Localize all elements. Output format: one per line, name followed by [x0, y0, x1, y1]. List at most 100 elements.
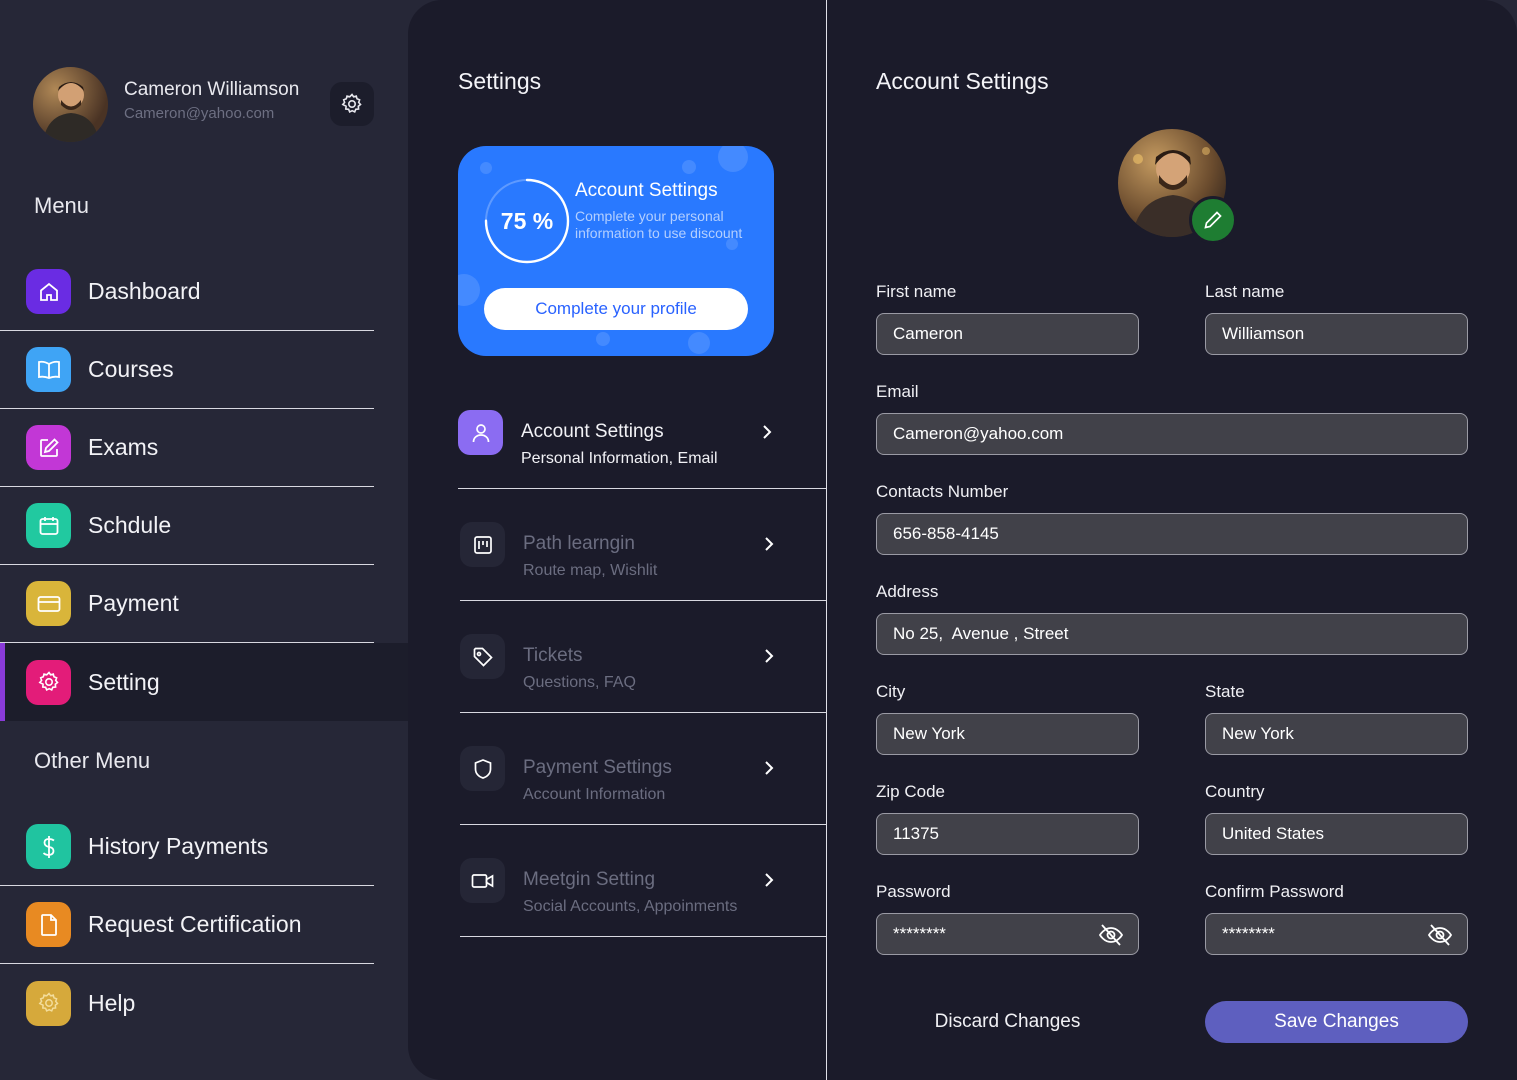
settings-item-subtitle: Account Information	[523, 786, 666, 803]
menu-title: Menu	[34, 193, 90, 218]
sidebar-item-label: Payment	[88, 590, 179, 616]
password-value: ********	[893, 924, 946, 943]
password-input[interactable]: ********	[876, 913, 1139, 955]
settings-item-payment-settings[interactable]: Payment Settings Account Information	[460, 713, 828, 825]
progress-percent: 75 %	[500, 207, 554, 234]
eye-off-icon[interactable]	[1427, 923, 1453, 947]
shield-icon	[460, 746, 505, 791]
chevron-right-icon	[765, 761, 774, 775]
chevron-right-icon	[765, 873, 774, 887]
confirm-password-input[interactable]: ********	[1205, 913, 1468, 955]
save-changes-button[interactable]: Save Changes	[1205, 1001, 1468, 1043]
state-input[interactable]: New York	[1205, 713, 1468, 755]
first-name-label: First name	[876, 282, 957, 301]
contact-label: Contacts Number	[876, 482, 1009, 501]
confirm-password-value: ********	[1222, 924, 1275, 943]
account-settings-panel: Account Settings First name Cameron Last…	[826, 0, 1517, 1080]
sidebar-item-exams[interactable]: Exams	[0, 409, 374, 487]
dollar-icon	[26, 824, 71, 869]
gear-icon	[341, 93, 362, 113]
book-icon	[26, 347, 71, 392]
settings-title: Settings	[458, 68, 542, 94]
home-icon	[26, 269, 71, 314]
settings-item-account[interactable]: Account Settings Personal Information, E…	[458, 377, 826, 489]
chevron-right-icon	[763, 425, 772, 439]
sidebar-item-label: Exams	[88, 434, 159, 460]
sidebar-item-label: Setting	[88, 668, 160, 695]
user-email: Cameron@yahoo.com	[124, 105, 275, 122]
settings-panel: Settings 75 % Account Settings Complete …	[408, 0, 828, 1080]
settings-item-tickets[interactable]: Tickets Questions, FAQ	[460, 601, 828, 713]
password-label: Password	[876, 882, 951, 901]
email-input[interactable]: Cameron@yahoo.com	[876, 413, 1468, 455]
first-name-input[interactable]: Cameron	[876, 313, 1139, 355]
address-label: Address	[876, 582, 939, 601]
last-name-label: Last name	[1205, 282, 1285, 301]
sidebar-item-request-certification[interactable]: Request Certification	[0, 886, 374, 964]
last-name-input[interactable]: Williamson	[1205, 313, 1468, 355]
settings-item-title: Payment Settings	[523, 757, 672, 778]
complete-profile-button[interactable]: Complete your profile	[484, 288, 748, 330]
user-profile: Cameron Williamson Cameron@yahoo.com	[33, 67, 374, 142]
city-input[interactable]: New York	[876, 713, 1139, 755]
sidebar-item-label: History Payments	[88, 833, 269, 859]
sidebar-item-dashboard[interactable]: Dashboard	[0, 253, 374, 331]
sidebar-item-label: Schdule	[88, 512, 172, 538]
settings-item-title: Meetgin Setting	[523, 869, 656, 890]
eye-off-icon[interactable]	[1098, 923, 1124, 947]
contact-input[interactable]: 656-858-4145	[876, 513, 1468, 555]
city-label: City	[876, 682, 906, 701]
settings-item-title: Path learngin	[523, 533, 635, 554]
video-camera-icon	[460, 858, 505, 903]
settings-item-subtitle: Social Accounts, Appoinments	[523, 898, 738, 915]
other-menu-title: Other Menu	[34, 748, 151, 773]
avatar[interactable]	[33, 67, 108, 142]
user-name: Cameron Williamson	[124, 79, 300, 100]
settings-item-title: Tickets	[523, 645, 583, 666]
chevron-right-icon	[765, 537, 774, 551]
board-icon	[460, 522, 505, 567]
sidebar-item-setting[interactable]: Setting	[0, 643, 408, 721]
state-label: State	[1205, 682, 1245, 701]
edit-photo-button[interactable]	[1189, 196, 1237, 244]
profile-settings-button[interactable]	[330, 82, 374, 126]
sidebar-item-schedule[interactable]: Schdule	[0, 487, 374, 565]
gear-icon	[26, 980, 71, 1026]
settings-item-path-learning[interactable]: Path learngin Route map, Wishlit	[460, 489, 828, 601]
promo-subtitle: Complete your personal information to us…	[575, 208, 743, 241]
settings-item-meeting-setting[interactable]: Meetgin Setting Social Accounts, Appoinm…	[460, 825, 828, 937]
settings-item-title: Account Settings	[521, 421, 664, 442]
document-icon	[26, 902, 71, 947]
profile-completion-card: 75 % Account Settings Complete your pers…	[458, 146, 774, 356]
email-label: Email	[876, 382, 919, 401]
credit-card-icon	[26, 581, 71, 626]
user-icon	[458, 410, 503, 455]
account-settings-title: Account Settings	[876, 68, 1049, 94]
sidebar-item-label: Request Certification	[88, 911, 302, 937]
sidebar-item-courses[interactable]: Courses	[0, 331, 374, 409]
pencil-icon	[1204, 211, 1222, 229]
zip-label: Zip Code	[876, 782, 945, 801]
settings-item-subtitle: Personal Information, Email	[521, 450, 718, 467]
edit-icon	[26, 425, 71, 470]
sidebar-item-payment[interactable]: Payment	[0, 565, 374, 643]
settings-item-subtitle: Route map, Wishlit	[523, 562, 658, 579]
calendar-icon	[26, 503, 71, 548]
chevron-right-icon	[765, 649, 774, 663]
settings-item-subtitle: Questions, FAQ	[523, 674, 636, 691]
sidebar-item-label: Courses	[88, 356, 174, 382]
sidebar-item-help[interactable]: Help	[0, 964, 374, 1042]
zip-input[interactable]: 11375	[876, 813, 1139, 855]
sidebar-item-history-payments[interactable]: History Payments	[0, 808, 374, 886]
address-input[interactable]: No 25, Avenue , Street	[876, 613, 1468, 655]
tag-icon	[460, 634, 505, 679]
country-input[interactable]: United States	[1205, 813, 1468, 855]
gear-icon	[26, 659, 71, 705]
discard-changes-button[interactable]: Discard Changes	[876, 1001, 1139, 1043]
confirm-password-label: Confirm Password	[1205, 882, 1344, 901]
sidebar: Cameron Williamson Cameron@yahoo.com Men…	[0, 0, 408, 1080]
promo-title: Account Settings	[575, 180, 718, 201]
sidebar-item-label: Dashboard	[88, 278, 201, 304]
sidebar-item-label: Help	[88, 989, 136, 1016]
country-label: Country	[1205, 782, 1265, 801]
